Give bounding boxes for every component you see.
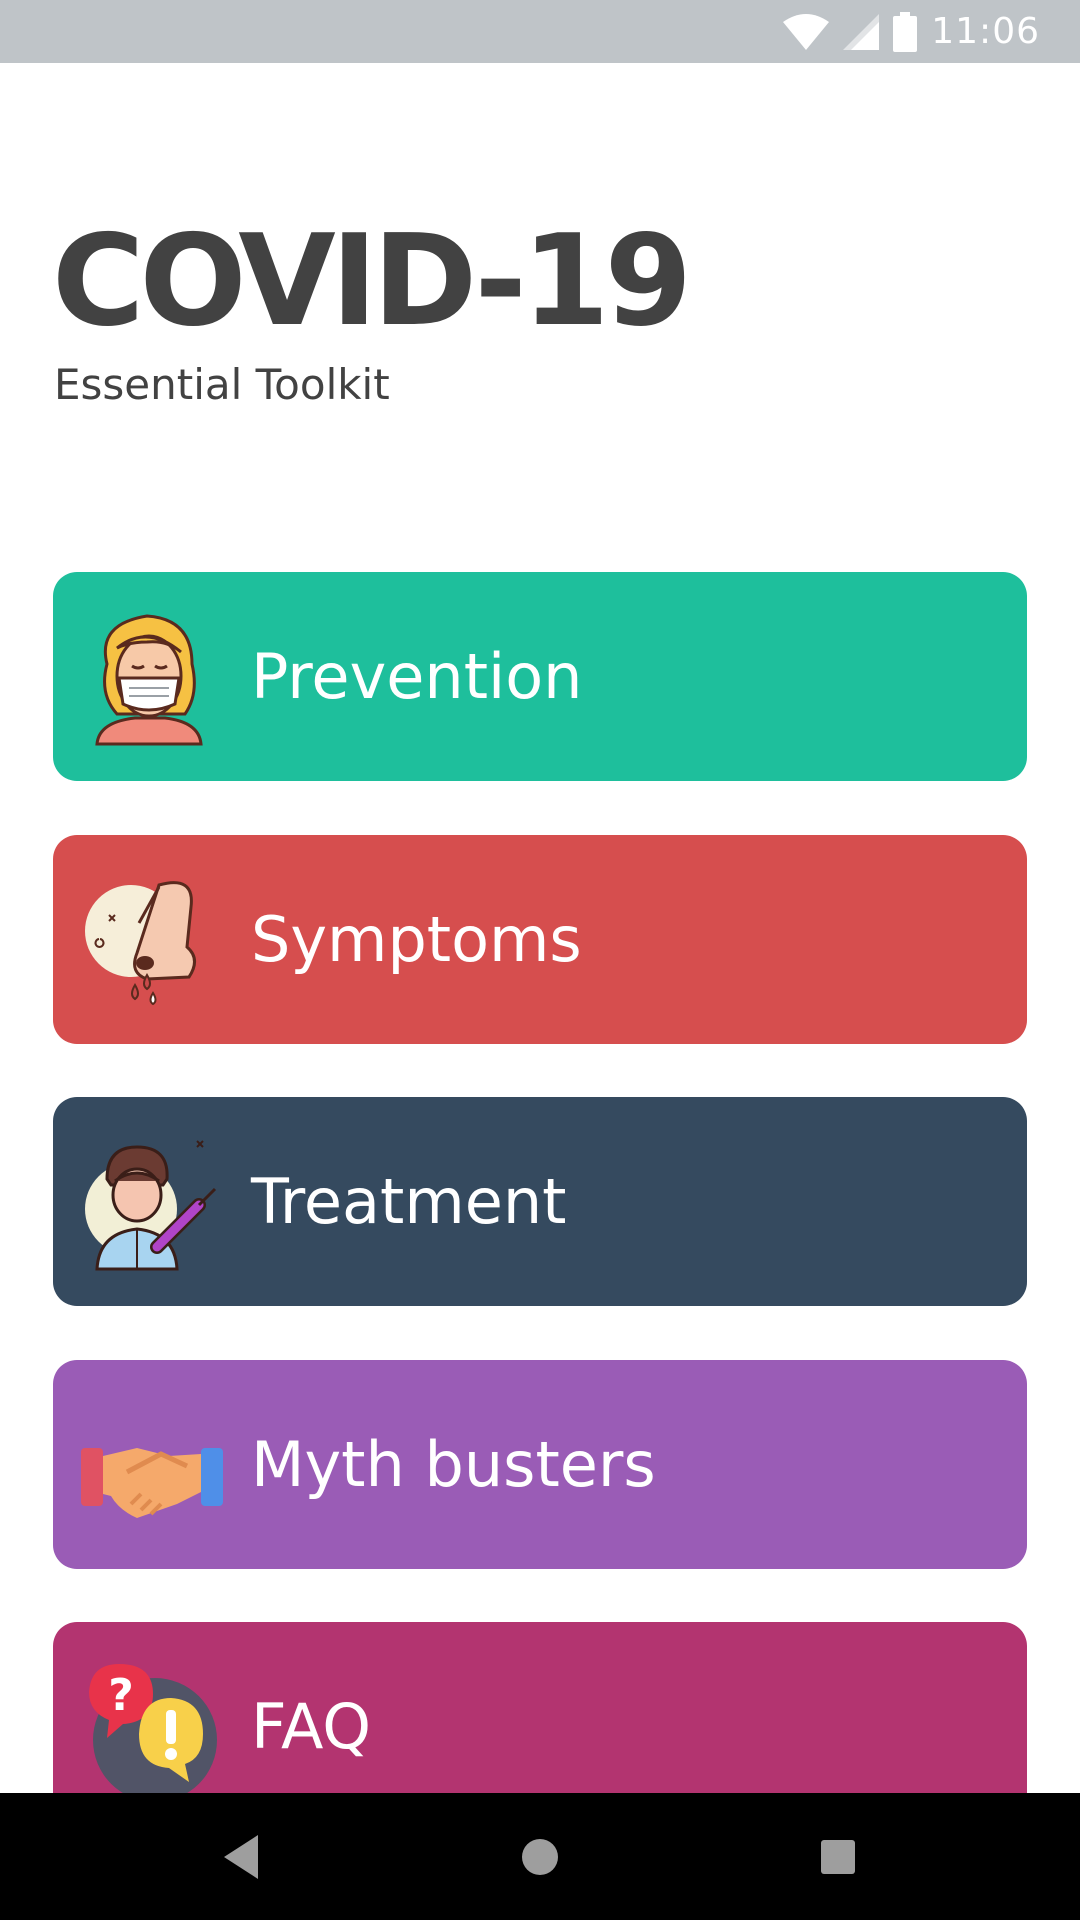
wifi-icon bbox=[783, 13, 830, 50]
masked-woman-icon bbox=[95, 614, 203, 746]
svg-text:?: ? bbox=[108, 1670, 134, 1721]
home-icon[interactable] bbox=[512, 1829, 568, 1885]
myth-busters-card[interactable]: Myth busters bbox=[53, 1360, 1027, 1569]
treatment-label: Treatment bbox=[251, 1165, 567, 1238]
recents-icon[interactable] bbox=[810, 1829, 866, 1885]
prevention-label: Prevention bbox=[251, 640, 583, 713]
faq-label: FAQ bbox=[251, 1690, 372, 1763]
battery-icon bbox=[893, 11, 918, 52]
doctor-syringe-icon bbox=[85, 1140, 217, 1271]
handshake-icon bbox=[81, 1448, 223, 1518]
status-icons: 11:06 bbox=[783, 0, 1040, 63]
status-bar: 11:06 bbox=[0, 0, 1080, 63]
navigation-bar bbox=[0, 1793, 1080, 1920]
prevention-card[interactable]: Prevention bbox=[53, 572, 1027, 781]
symptoms-label: Symptoms bbox=[251, 903, 582, 976]
myth-busters-label: Myth busters bbox=[251, 1428, 656, 1501]
page-title: COVID-19 bbox=[52, 207, 692, 354]
symptoms-card[interactable]: Symptoms bbox=[53, 835, 1027, 1044]
runny-nose-icon bbox=[85, 881, 196, 1006]
treatment-card[interactable]: Treatment bbox=[53, 1097, 1027, 1306]
page-subtitle: Essential Toolkit bbox=[54, 360, 390, 409]
faq-card[interactable]: ? FAQ bbox=[53, 1622, 1027, 1793]
cell-signal-icon bbox=[843, 13, 880, 50]
main-content: COVID-19 Essential Toolkit Prevention Sy… bbox=[0, 63, 1080, 1793]
clock: 11:06 bbox=[931, 11, 1040, 52]
back-icon[interactable] bbox=[214, 1829, 270, 1885]
question-exclamation-icon: ? bbox=[89, 1664, 217, 1793]
